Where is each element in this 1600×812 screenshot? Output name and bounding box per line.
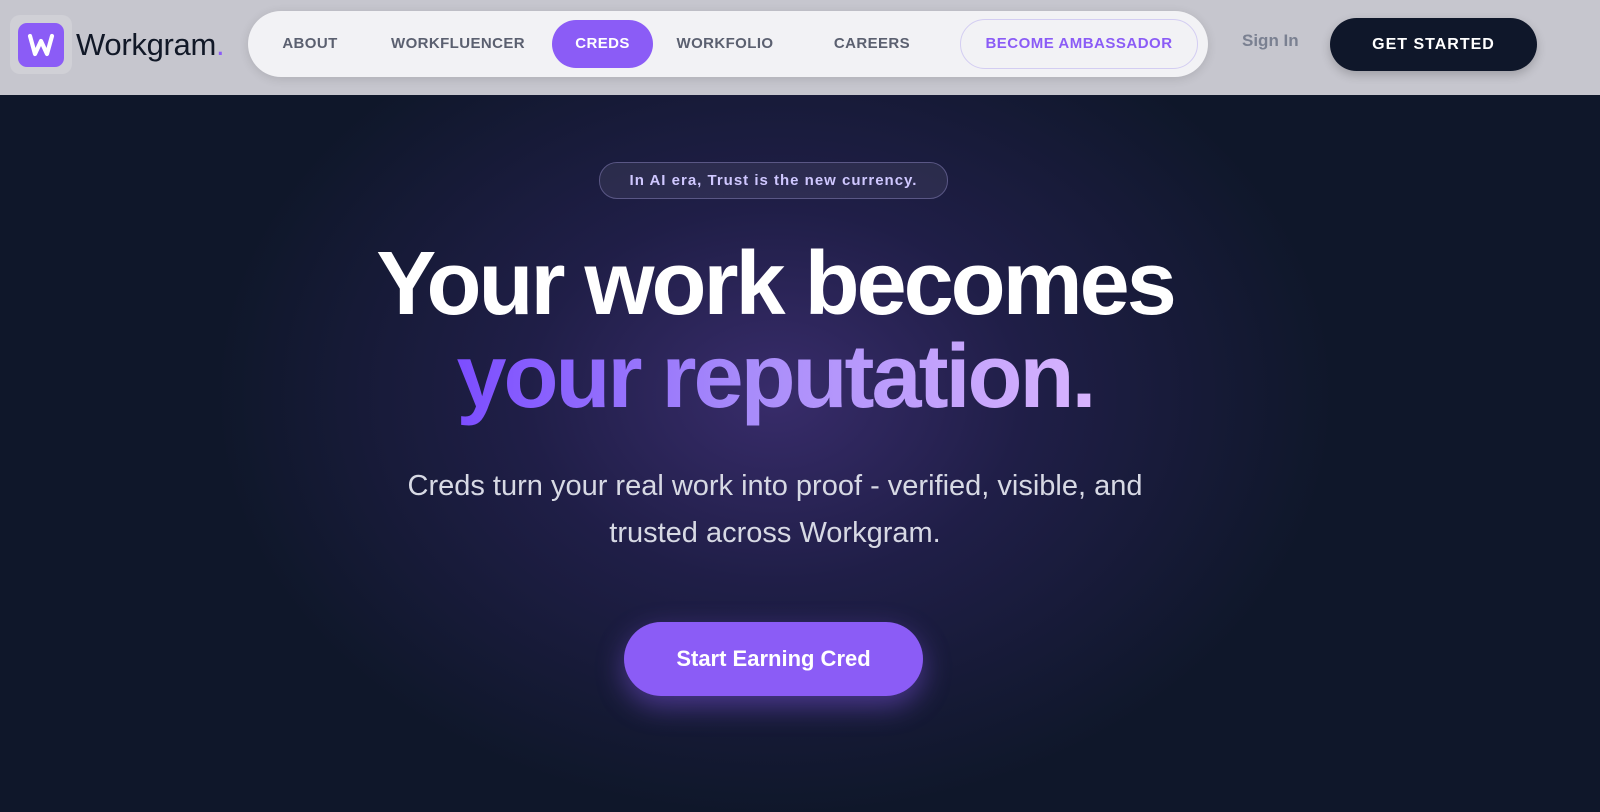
nav-item-workfolio[interactable]: WORKFOLIO	[664, 20, 786, 68]
main-nav: ABOUT WORKFLUENCER CREDS WORKFOLIO CAREE…	[248, 11, 1208, 77]
nav-item-creds[interactable]: CREDS	[552, 20, 653, 68]
hero-headline-accent: your reputation.	[0, 331, 1550, 423]
workgram-w-logo-icon	[18, 22, 64, 67]
become-ambassador-button[interactable]: BECOME AMBASSADOR	[960, 19, 1198, 69]
nav-item-workfluencer[interactable]: WORKFLUENCER	[378, 20, 538, 68]
hero-subtext: Creds turn your real work into proof - v…	[350, 463, 1200, 557]
logo-tile	[10, 15, 72, 74]
hero-section: In AI era, Trust is the new currency. Yo…	[0, 95, 1600, 812]
get-started-button[interactable]: GET STARTED	[1330, 18, 1537, 71]
hero-subtext-line1: Creds turn your real work into proof - v…	[407, 470, 1143, 502]
brand-name: Workgram.	[76, 26, 225, 62]
nav-item-about[interactable]: ABOUT	[258, 20, 362, 68]
hero-subtext-line2: trusted across Workgram.	[609, 517, 941, 549]
tagline-badge: In AI era, Trust is the new currency.	[599, 162, 948, 199]
nav-item-careers[interactable]: CAREERS	[820, 20, 924, 68]
hero-headline-accent-text: your reputation.	[456, 327, 1096, 427]
hero-headline: Your work becomes	[376, 234, 1177, 334]
brand-logo[interactable]: Workgram.	[10, 15, 225, 74]
start-earning-cred-button[interactable]: Start Earning Cred	[624, 622, 923, 696]
sign-in-link[interactable]: Sign In	[1242, 31, 1299, 51]
top-header: Workgram. ABOUT WORKFLUENCER CREDS WORKF…	[0, 0, 1600, 95]
